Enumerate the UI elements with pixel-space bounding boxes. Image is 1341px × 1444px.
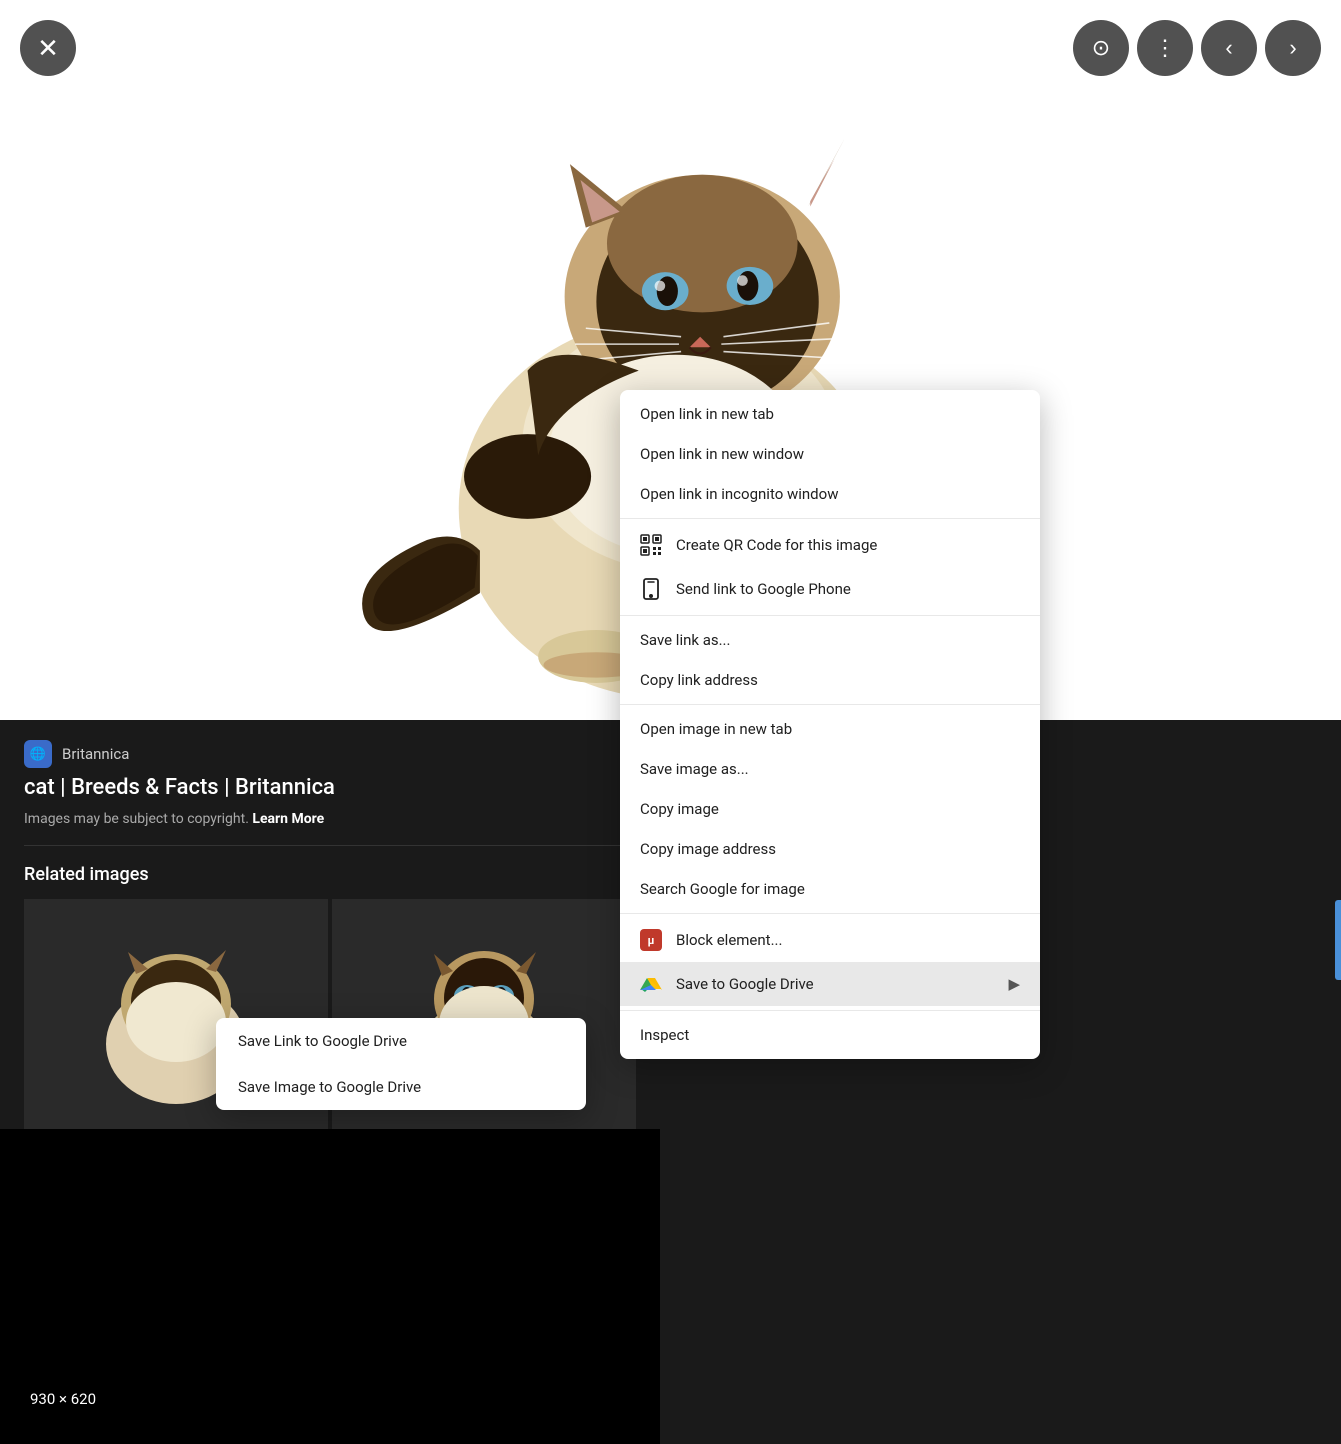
ctx-section-link: Open link in new tab Open link in new wi… <box>620 390 1040 519</box>
ctx-section-extensions: μ Block element... Save to Go <box>620 914 1040 1011</box>
forward-icon: › <box>1289 35 1296 61</box>
copy-link-address-item[interactable]: Copy link address <box>620 660 1040 700</box>
create-qr-item[interactable]: Create QR Code for this image <box>620 523 1040 567</box>
copy-image-address-item[interactable]: Copy image address <box>620 829 1040 869</box>
copy-link-address-label: Copy link address <box>640 671 758 689</box>
send-phone-item[interactable]: Send link to Google Phone <box>620 567 1040 611</box>
google-drive-submenu: Save Link to Google Drive Save Image to … <box>216 1018 586 1110</box>
lens-icon: ⊙ <box>1092 35 1110 61</box>
save-link-as-item[interactable]: Save link as... <box>620 620 1040 660</box>
create-qr-label: Create QR Code for this image <box>676 536 877 554</box>
open-incognito-item[interactable]: Open link in incognito window <box>620 474 1040 514</box>
search-google-image-item[interactable]: Search Google for image <box>620 869 1040 909</box>
source-icon: 🌐 <box>24 740 52 768</box>
save-link-drive-label: Save Link to Google Drive <box>238 1032 407 1050</box>
source-name: Britannica <box>62 745 129 763</box>
inspect-item[interactable]: Inspect <box>620 1015 1040 1055</box>
learn-more-link[interactable]: Learn More <box>252 811 324 827</box>
save-google-drive-item[interactable]: Save to Google Drive ▶ <box>620 962 1040 1006</box>
scroll-accent <box>1335 900 1341 980</box>
google-drive-icon <box>640 973 662 995</box>
ctx-section-share: Create QR Code for this image Send link … <box>620 519 1040 616</box>
top-toolbar: ⊙ ⋮ ‹ › <box>1073 20 1321 76</box>
search-google-image-label: Search Google for image <box>640 880 805 898</box>
ctx-section-link-actions: Save link as... Copy link address <box>620 616 1040 705</box>
forward-button[interactable]: › <box>1265 20 1321 76</box>
open-incognito-label: Open link in incognito window <box>640 485 838 503</box>
page-title: cat | Breeds & Facts | Britannica <box>24 774 636 803</box>
ctx-section-image: Open image in new tab Save image as... C… <box>620 705 1040 914</box>
dimensions-badge: 930 × 620 <box>20 1386 106 1412</box>
close-icon: ✕ <box>37 33 59 64</box>
copy-image-label: Copy image <box>640 800 719 818</box>
open-new-tab-label: Open link in new tab <box>640 405 774 423</box>
qr-code-icon <box>640 534 662 556</box>
save-image-drive-label: Save Image to Google Drive <box>238 1078 421 1096</box>
back-icon: ‹ <box>1225 35 1232 61</box>
divider <box>24 845 636 846</box>
copy-image-address-label: Copy image address <box>640 840 776 858</box>
open-image-new-tab-label: Open image in new tab <box>640 720 792 738</box>
lens-button[interactable]: ⊙ <box>1073 20 1129 76</box>
ublock-icon: μ <box>640 929 662 951</box>
copyright-notice: Images may be subject to copyright. Lear… <box>24 811 636 827</box>
save-link-drive-item[interactable]: Save Link to Google Drive <box>216 1018 586 1064</box>
source-row: 🌐 Britannica <box>24 740 636 768</box>
related-heading: Related images <box>24 864 636 885</box>
back-button[interactable]: ‹ <box>1201 20 1257 76</box>
copy-image-item[interactable]: Copy image <box>620 789 1040 829</box>
open-image-new-tab-item[interactable]: Open image in new tab <box>620 709 1040 749</box>
save-image-drive-item[interactable]: Save Image to Google Drive <box>216 1064 586 1110</box>
block-element-item[interactable]: μ Block element... <box>620 918 1040 962</box>
open-new-window-item[interactable]: Open link in new window <box>620 434 1040 474</box>
inspect-label: Inspect <box>640 1026 689 1044</box>
save-image-as-label: Save image as... <box>640 760 749 778</box>
open-new-tab-item[interactable]: Open link in new tab <box>620 394 1040 434</box>
submenu-arrow: ▶ <box>1008 975 1020 993</box>
send-phone-label: Send link to Google Phone <box>676 580 851 598</box>
save-google-drive-label: Save to Google Drive <box>676 975 814 993</box>
save-image-as-item[interactable]: Save image as... <box>620 749 1040 789</box>
more-icon: ⋮ <box>1154 35 1176 61</box>
close-button[interactable]: ✕ <box>20 20 76 76</box>
phone-icon <box>640 578 662 600</box>
open-new-window-label: Open link in new window <box>640 445 804 463</box>
save-link-as-label: Save link as... <box>640 631 730 649</box>
more-options-button[interactable]: ⋮ <box>1137 20 1193 76</box>
block-element-label: Block element... <box>676 931 782 949</box>
ctx-section-inspect: Inspect <box>620 1011 1040 1059</box>
context-menu: Open link in new tab Open link in new wi… <box>620 390 1040 1059</box>
